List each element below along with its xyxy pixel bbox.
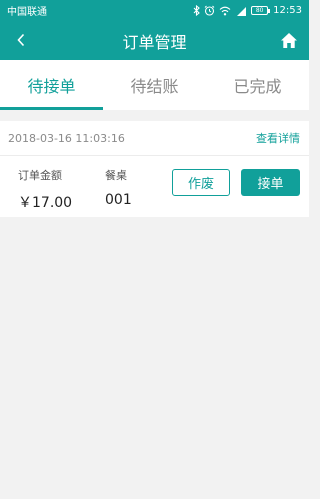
- signal-icon: [237, 6, 247, 16]
- accept-order-button[interactable]: 接单: [241, 169, 300, 196]
- order-status-tabs: 待接单 待结账 已完成: [0, 60, 309, 110]
- table-column: 餐桌 001: [105, 167, 132, 208]
- order-card-body: 订单金额 ￥17.00 餐桌 001 作废 接单: [0, 156, 309, 217]
- home-button[interactable]: [277, 28, 301, 52]
- back-icon: [17, 33, 25, 47]
- tab-pending-accept[interactable]: 待接单: [0, 60, 103, 110]
- status-right: 80 12:53: [193, 5, 302, 16]
- home-icon: [281, 32, 297, 48]
- order-card: 2018-03-16 11:03:16 查看详情 订单金额 ￥17.00 餐桌 …: [0, 121, 309, 217]
- void-button[interactable]: 作废: [172, 169, 230, 196]
- status-bar: 中国联通 80 12:53: [0, 0, 309, 21]
- status-icons: 80: [193, 5, 271, 16]
- table-value: 001: [105, 192, 132, 208]
- page-title: 订单管理: [122, 32, 187, 52]
- back-button[interactable]: [9, 28, 33, 52]
- amount-column: 订单金额 ￥17.00: [18, 167, 72, 212]
- tab-completed[interactable]: 已完成: [206, 60, 309, 110]
- battery-icon: 80: [251, 6, 271, 15]
- bluetooth-icon: [193, 5, 200, 16]
- table-label: 餐桌: [105, 169, 127, 182]
- view-details-link[interactable]: 查看详情: [256, 130, 300, 146]
- tab-pending-checkout[interactable]: 待结账: [103, 60, 206, 110]
- amount-label: 订单金额: [18, 169, 62, 182]
- alarm-icon: [204, 5, 215, 16]
- wifi-icon: [219, 6, 231, 15]
- order-datetime: 2018-03-16 11:03:16: [8, 131, 125, 145]
- order-card-header: 2018-03-16 11:03:16 查看详情: [0, 121, 309, 156]
- app-header: 订单管理: [0, 21, 309, 60]
- status-time: 12:53: [273, 5, 302, 16]
- carrier-name: 中国联通: [7, 7, 47, 18]
- amount-value: ￥17.00: [18, 195, 73, 211]
